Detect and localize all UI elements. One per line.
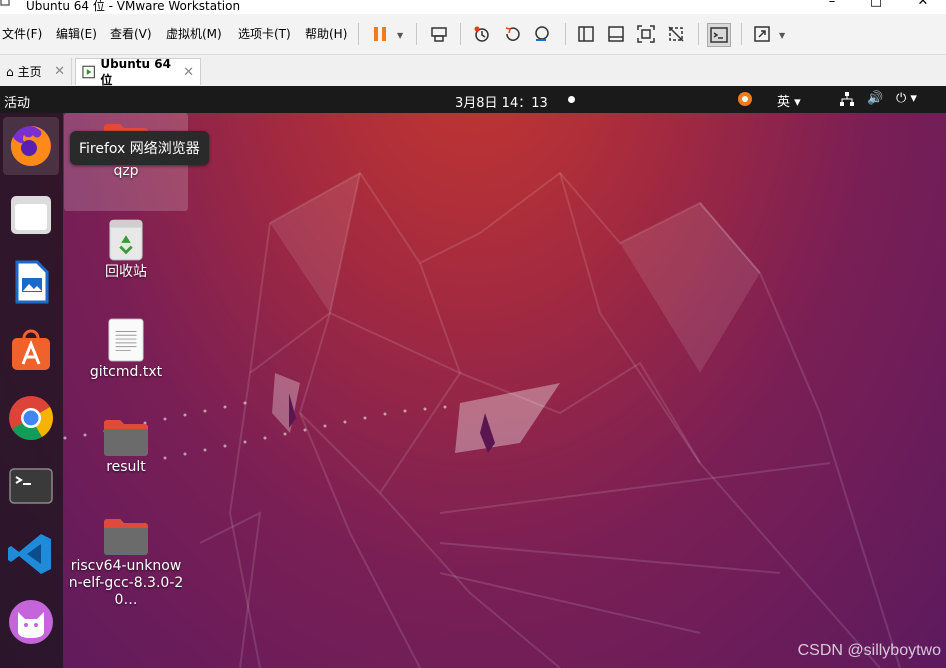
revert-snapshot-icon[interactable] [502, 23, 524, 45]
thumbnail-bar-icon[interactable] [605, 23, 627, 45]
full-screen-icon[interactable] [635, 23, 657, 45]
toolbar-separator [416, 23, 417, 45]
writer-document-icon [15, 260, 49, 304]
close-icon[interactable]: ✕ [54, 64, 65, 79]
tab-home-label: 主页 [17, 65, 42, 79]
tab-bar: ⌂ 主页 ✕ Ubuntu 64 位 ✕ [0, 55, 946, 87]
indicator-app-icon[interactable] [737, 91, 753, 111]
notification-dot-icon [568, 96, 575, 103]
network-icon[interactable] [839, 91, 855, 111]
firefox-tooltip: Firefox 网络浏览器 [70, 131, 209, 165]
tab-home[interactable]: ⌂ 主页 ✕ [0, 58, 72, 85]
volume-icon[interactable]: 🔊 [867, 91, 883, 106]
dock-libreoffice-writer[interactable] [3, 253, 59, 311]
send-ctrl-alt-del-icon[interactable] [428, 23, 450, 45]
text-file-icon [108, 318, 144, 362]
desktop-icon-label: qzp [113, 163, 139, 179]
dock-files[interactable] [3, 185, 59, 243]
power-icon[interactable]: ⏻ ▾ [896, 91, 917, 106]
clock[interactable]: 3月8日 14：13 [455, 92, 548, 111]
files-folder-icon [11, 196, 51, 234]
desktop-icon-label: result [106, 459, 146, 475]
toolbar-separator [460, 23, 461, 45]
desktop-icon-label: riscv64-unknown-elf-gcc-8.3.0-20… [68, 558, 184, 608]
dock-vscode[interactable] [3, 525, 59, 583]
watermark: CSDN @sillyboytwo [797, 642, 941, 659]
vm-running-icon [82, 65, 96, 79]
menu-toolbar: 文件(F) 编辑(E) 查看(V) 虚拟机(M) 选项卡(T) 帮助(H) ▼ … [0, 14, 946, 55]
terminal-icon [9, 468, 53, 504]
firefox-icon [10, 126, 51, 166]
window-title: Ubuntu 64 位 - VMware Workstation [26, 0, 241, 13]
cat-app-icon [9, 600, 53, 644]
snapshot-manager-icon[interactable] [532, 23, 554, 45]
menu-view[interactable]: 查看(V) [110, 25, 152, 42]
desktop-icon-result[interactable]: result [64, 417, 188, 476]
ubuntu-dock [0, 113, 63, 668]
folder-icon [104, 519, 148, 555]
console-view-icon[interactable] [707, 23, 731, 47]
toolbar-separator [741, 23, 742, 45]
minimize-button[interactable]: – [822, 0, 842, 9]
close-icon[interactable]: ✕ [183, 65, 194, 80]
trash-icon [109, 219, 143, 261]
dock-cat-app[interactable] [3, 593, 59, 651]
toolbar-separator [698, 23, 699, 45]
dock-terminal[interactable] [3, 457, 59, 515]
desktop-icon-label: 回收站 [105, 264, 147, 280]
toolbar-separator [565, 23, 566, 45]
dock-chrome[interactable] [3, 389, 59, 447]
menu-edit[interactable]: 编辑(E) [56, 25, 97, 42]
guest-screen[interactable]: 活动 3月8日 14：13 英 ▾ 🔊 ⏻ ▾ qzp 回收站 gitcmd.t… [0, 86, 946, 668]
show-library-icon[interactable] [575, 23, 597, 45]
window-titlebar: Ubuntu 64 位 - VMware Workstation – □ ✕ [0, 0, 946, 14]
software-store-icon [12, 329, 50, 370]
dock-software[interactable] [3, 321, 59, 379]
close-button[interactable]: ✕ [913, 0, 933, 9]
pause-icon[interactable] [369, 23, 391, 45]
dock-firefox[interactable] [3, 117, 59, 175]
menu-help[interactable]: 帮助(H) [305, 25, 347, 42]
home-icon: ⌂ [6, 64, 14, 79]
input-method-label: 英 [777, 95, 791, 110]
desktop-icon-riscv64[interactable]: riscv64-unknown-elf-gcc-8.3.0-20… [64, 516, 188, 609]
tab-ubuntu-label: Ubuntu 64 位 [100, 56, 171, 87]
menu-vm[interactable]: 虚拟机(M) [166, 25, 222, 42]
maximize-button[interactable]: □ [866, 0, 886, 9]
snapshot-icon[interactable] [471, 23, 493, 45]
tab-ubuntu[interactable]: Ubuntu 64 位 ✕ [75, 56, 201, 87]
unity-mode-icon[interactable] [665, 23, 687, 45]
stretch-dropdown-icon[interactable]: ▼ [779, 31, 785, 40]
gnome-top-bar: 活动 3月8日 14：13 英 ▾ 🔊 ⏻ ▾ [0, 86, 946, 113]
pause-dropdown-icon[interactable]: ▼ [397, 31, 403, 40]
chrome-icon [9, 396, 53, 440]
vmware-app-icon [0, 0, 10, 6]
activities-button[interactable]: 活动 [4, 92, 30, 111]
desktop-icon-trash[interactable]: 回收站 [64, 218, 188, 281]
stretch-guest-icon[interactable] [751, 23, 773, 45]
folder-icon [104, 420, 148, 456]
vscode-icon [8, 534, 51, 574]
desktop-icon-gitcmd[interactable]: gitcmd.txt [64, 318, 188, 381]
menu-tabs[interactable]: 选项卡(T) [238, 25, 291, 42]
input-method-indicator[interactable]: 英 ▾ [777, 91, 801, 110]
toolbar-separator [358, 23, 359, 45]
desktop-icon-label: gitcmd.txt [89, 364, 163, 380]
menu-file[interactable]: 文件(F) [2, 25, 42, 42]
